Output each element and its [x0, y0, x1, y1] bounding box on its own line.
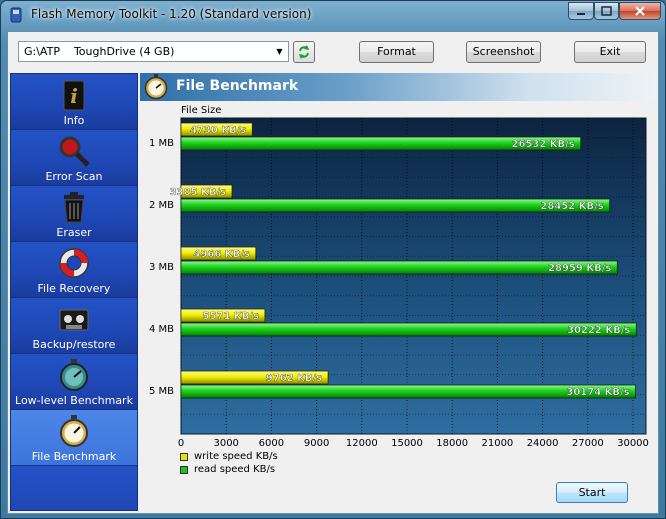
maximize-button[interactable] [594, 2, 619, 20]
panel-title: File Benchmark [176, 78, 299, 94]
format-button[interactable]: Format [359, 41, 434, 63]
window-title: Flash Memory Toolkit - 1.20 (Standard ve… [31, 7, 312, 21]
sidebar-item-info[interactable]: i Info [11, 74, 137, 130]
toolbar: G:\ATP ToughDrive (4 GB) ▼ Format Screen… [8, 32, 658, 72]
refresh-button[interactable] [293, 41, 315, 63]
bar-label-read: 28452 KB/s [540, 201, 603, 212]
sidebar-item-label: Info [63, 114, 85, 127]
sidebar-item-error-scan[interactable]: Error Scan [11, 130, 137, 186]
bar-label-read: 26532 KB/s [511, 139, 574, 150]
maximize-icon [601, 6, 612, 16]
stopwatch-icon [60, 415, 88, 447]
svg-text:i: i [70, 84, 78, 108]
panel-header: File Benchmark [140, 73, 656, 101]
bar-label-write: 4730 KB/s [190, 125, 246, 136]
y-axis-label: File Size [181, 105, 221, 116]
x-tick-label: 30000 [617, 438, 649, 449]
legend-swatch-read [180, 466, 188, 474]
client-area: G:\ATP ToughDrive (4 GB) ▼ Format Screen… [7, 31, 659, 514]
category-label: 1 MB [149, 138, 174, 149]
category-label: 3 MB [149, 262, 174, 273]
exit-button[interactable]: Exit [574, 41, 646, 63]
sidebar-filler [11, 466, 137, 510]
x-tick-label: 15000 [391, 438, 423, 449]
benchmark-chart: File Size 0 3000 6000 9000 12000 15000 18000 210… [149, 105, 649, 449]
device-select-value: G:\ATP ToughDrive (4 GB) [24, 45, 175, 58]
tape-icon [59, 309, 89, 331]
x-tick-label: 9000 [304, 438, 329, 449]
legend-swatch-write [180, 453, 188, 461]
bar-label-read: 28959 KB/s [548, 263, 611, 274]
x-tick-label: 0 [178, 438, 184, 449]
x-tick-label: 3000 [213, 438, 238, 449]
sidebar: i Info Error Scan Eraser File Recovery B… [10, 73, 138, 511]
x-tick-label: 18000 [436, 438, 468, 449]
bar-label-write: 5571 KB/s [203, 311, 259, 322]
bar-label-write: 9762 KB/s [266, 373, 322, 384]
sidebar-item-file-benchmark[interactable]: File Benchmark [11, 410, 137, 466]
legend-label-write: write speed KB/s [194, 451, 278, 462]
sidebar-item-label: Eraser [56, 226, 92, 239]
file-benchmark-panel: File Benchmark File Size 0 3000 6000 9000 120… [140, 73, 656, 511]
sidebar-item-label: Backup/restore [32, 338, 116, 351]
app-window: Flash Memory Toolkit - 1.20 (Standard ve… [0, 0, 666, 519]
x-tick-label: 6000 [259, 438, 284, 449]
stopwatch-icon [144, 74, 168, 100]
device-select[interactable]: G:\ATP ToughDrive (4 GB) ▼ [18, 41, 289, 62]
app-icon [10, 7, 22, 23]
sidebar-item-low-level-benchmark[interactable]: Low-level Benchmark [11, 354, 137, 410]
minimize-button[interactable] [568, 2, 594, 20]
close-button[interactable] [619, 2, 661, 20]
x-tick-label: 21000 [481, 438, 513, 449]
chevron-down-icon[interactable]: ▼ [271, 42, 288, 61]
minimize-icon [577, 13, 585, 15]
sidebar-item-file-recovery[interactable]: File Recovery [11, 242, 137, 298]
start-button[interactable]: Start [556, 482, 628, 503]
category-label: 2 MB [149, 200, 174, 211]
lifebuoy-icon [59, 248, 89, 278]
sidebar-item-label: File Benchmark [31, 450, 117, 463]
legend-label-read: read speed KB/s [194, 464, 276, 475]
bar-label-write: 3385 KB/s [170, 187, 226, 198]
sidebar-item-backup-restore[interactable]: Backup/restore [11, 298, 137, 354]
x-tick-label: 12000 [346, 438, 378, 449]
bar-label-read: 30174 KB/s [566, 387, 629, 398]
refresh-icon [299, 45, 309, 59]
close-icon [635, 6, 645, 16]
sidebar-item-label: File Recovery [37, 282, 111, 295]
stopwatch-icon [60, 359, 88, 391]
sidebar-item-label: Low-level Benchmark [15, 394, 133, 407]
category-label: 5 MB [149, 386, 174, 397]
info-icon: i [63, 80, 85, 111]
screenshot-button[interactable]: Screenshot [466, 41, 541, 63]
x-tick-label: 24000 [527, 438, 559, 449]
bar-label-read: 30222 KB/s [567, 325, 630, 336]
bar-label-write: 4966 KB/s [194, 249, 250, 260]
trash-icon [64, 192, 84, 223]
x-tick-label: 27000 [572, 438, 604, 449]
title-bar[interactable]: Flash Memory Toolkit - 1.20 (Standard ve… [1, 1, 665, 29]
sidebar-item-eraser[interactable]: Eraser [11, 186, 137, 242]
magnifier-icon [59, 136, 90, 167]
sidebar-item-label: Error Scan [45, 170, 103, 183]
category-label: 4 MB [149, 324, 174, 335]
